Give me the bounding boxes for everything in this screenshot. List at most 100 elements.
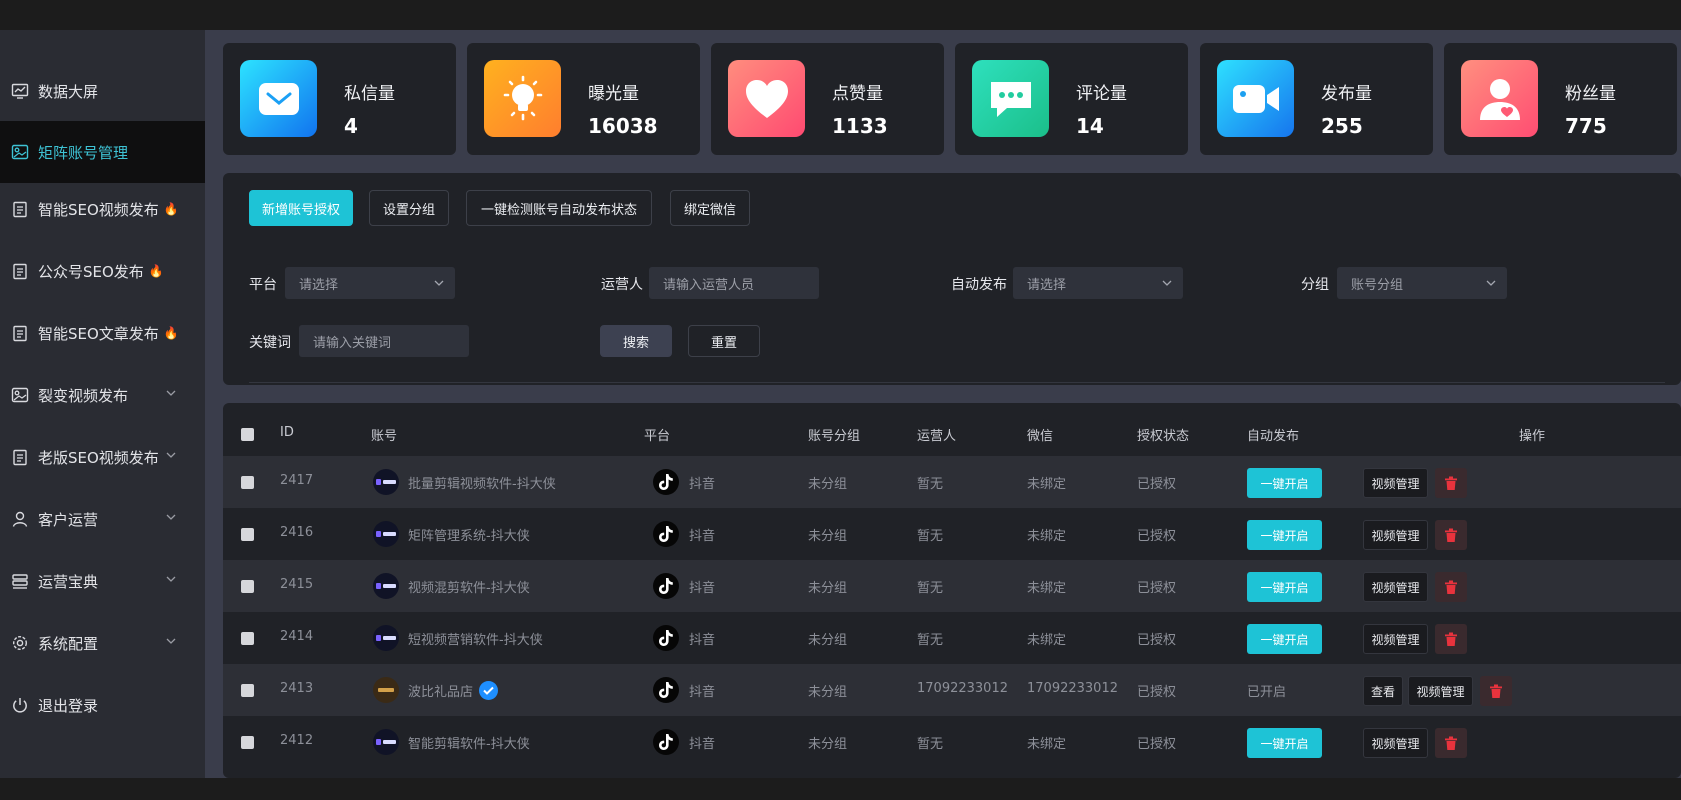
table-row: 2416 矩阵管理系统-抖大侠 抖音 未分组 暂无 未绑定 已授权 一键开启 视… bbox=[223, 508, 1681, 560]
reset-button[interactable]: 重置 bbox=[688, 325, 760, 357]
enable-auto-publish-button[interactable]: 一键开启 bbox=[1247, 468, 1322, 498]
search-button[interactable]: 搜索 bbox=[600, 325, 672, 357]
bind-wechat-button[interactable]: 绑定微信 bbox=[670, 190, 750, 226]
account-avatar bbox=[373, 469, 399, 495]
cell-group: 未分组 bbox=[808, 529, 848, 544]
delete-button[interactable] bbox=[1435, 728, 1467, 758]
sidebar-item-ops-guide[interactable]: 运营宝典 bbox=[0, 550, 205, 612]
cell-operator: 暂无 bbox=[917, 581, 944, 596]
stat-card-likes: 点赞量 1133 bbox=[711, 43, 944, 155]
chevron-down-icon bbox=[166, 638, 176, 644]
set-group-button[interactable]: 设置分组 bbox=[369, 190, 449, 226]
delete-button[interactable] bbox=[1435, 468, 1467, 498]
cell-auth-status: 已授权 bbox=[1137, 685, 1177, 700]
sidebar-item-label: 系统配置 bbox=[38, 634, 99, 653]
account-avatar bbox=[373, 625, 399, 651]
chevron-down-icon bbox=[166, 390, 176, 396]
power-icon bbox=[10, 695, 30, 715]
sidebar-item-data-screen[interactable]: 数据大屏 bbox=[0, 60, 205, 122]
stat-label: 私信量 bbox=[344, 84, 395, 104]
image-icon bbox=[10, 385, 30, 405]
sidebar-item-matrix-account[interactable]: 矩阵账号管理 bbox=[0, 121, 205, 183]
sidebar-item-label: 智能SEO文章发布 bbox=[38, 324, 159, 343]
account-image-icon bbox=[10, 142, 30, 162]
accounts-table: ID 账号 平台 账号分组 运营人 微信 授权状态 自动发布 操作 2417 批… bbox=[223, 403, 1681, 778]
cell-id: 2414 bbox=[280, 629, 314, 644]
group-select[interactable]: 账号分组 bbox=[1337, 267, 1507, 299]
stat-label: 发布量 bbox=[1321, 84, 1372, 104]
platform-select[interactable]: 请选择 bbox=[285, 267, 455, 299]
cell-auth-status: 已授权 bbox=[1137, 737, 1177, 752]
enable-auto-publish-button[interactable]: 一键开启 bbox=[1247, 728, 1322, 758]
auto-publish-select[interactable]: 请选择 bbox=[1013, 267, 1183, 299]
delete-button[interactable] bbox=[1435, 572, 1467, 602]
enable-auto-publish-button[interactable]: 一键开启 bbox=[1247, 572, 1322, 602]
sidebar-item-label: 客户运营 bbox=[38, 510, 99, 529]
stat-value: 255 bbox=[1321, 114, 1363, 138]
stat-card-publish: 发布量 255 bbox=[1200, 43, 1433, 155]
cell-auth-status: 已授权 bbox=[1137, 477, 1177, 492]
video-management-button[interactable]: 视频管理 bbox=[1363, 728, 1428, 758]
cell-group: 未分组 bbox=[808, 685, 848, 700]
delete-button[interactable] bbox=[1435, 624, 1467, 654]
stat-card-exposure: 曝光量 16038 bbox=[467, 43, 700, 155]
main-content: 私信量 4 曝光量 16038 点赞量 1133 评论量 14 发布量 255 bbox=[205, 30, 1681, 778]
tiktok-icon bbox=[653, 677, 679, 703]
select-all-checkbox[interactable] bbox=[241, 428, 254, 441]
row-checkbox[interactable] bbox=[241, 528, 254, 541]
tiktok-icon bbox=[653, 625, 679, 651]
row-checkbox[interactable] bbox=[241, 684, 254, 697]
check-auto-publish-button[interactable]: 一键检测账号自动发布状态 bbox=[466, 190, 652, 226]
row-checkbox[interactable] bbox=[241, 736, 254, 749]
sidebar-item-system-config[interactable]: 系统配置 bbox=[0, 612, 205, 674]
sidebar-item-seo-video[interactable]: 智能SEO视频发布 🔥 bbox=[0, 178, 205, 240]
platform-label: 平台 bbox=[249, 277, 277, 293]
video-management-button[interactable]: 视频管理 bbox=[1363, 624, 1428, 654]
trash-icon bbox=[1445, 736, 1457, 750]
sidebar-item-customer-ops[interactable]: 客户运营 bbox=[0, 488, 205, 550]
cell-wechat: 未绑定 bbox=[1027, 529, 1067, 544]
cell-platform: 抖音 bbox=[689, 529, 716, 544]
sidebar-item-seo-article[interactable]: 智能SEO文章发布 🔥 bbox=[0, 302, 205, 364]
delete-button[interactable] bbox=[1435, 520, 1467, 550]
row-checkbox[interactable] bbox=[241, 476, 254, 489]
trash-icon bbox=[1445, 580, 1457, 594]
delete-button[interactable] bbox=[1480, 676, 1512, 706]
group-select-placeholder: 账号分组 bbox=[1351, 277, 1404, 293]
trash-icon bbox=[1490, 684, 1502, 698]
sidebar-item-mp-seo[interactable]: 公众号SEO发布 🔥 bbox=[0, 240, 205, 302]
tiktok-icon bbox=[653, 729, 679, 755]
sidebar-item-logout[interactable]: 退出登录 bbox=[0, 674, 205, 736]
row-checkbox[interactable] bbox=[241, 580, 254, 593]
fire-icon: 🔥 bbox=[163, 326, 179, 340]
keyword-input[interactable]: 请输入关键词 bbox=[299, 325, 469, 357]
video-management-button[interactable]: 视频管理 bbox=[1363, 520, 1428, 550]
view-button[interactable]: 查看 bbox=[1363, 676, 1403, 706]
divider bbox=[249, 382, 1665, 383]
add-account-auth-button[interactable]: 新增账号授权 bbox=[249, 190, 353, 226]
chart-icon bbox=[10, 81, 30, 101]
operator-input[interactable]: 请输入运营人员 bbox=[649, 267, 819, 299]
sidebar-item-old-seo-video[interactable]: 老版SEO视频发布 bbox=[0, 426, 205, 488]
clipboard-icon bbox=[10, 447, 30, 467]
video-management-button[interactable]: 视频管理 bbox=[1408, 676, 1473, 706]
chevron-down-icon bbox=[434, 280, 444, 286]
stat-card-messages: 私信量 4 bbox=[223, 43, 456, 155]
column-header-actions: 操作 bbox=[1519, 429, 1546, 444]
auto-publish-select-placeholder: 请选择 bbox=[1027, 277, 1067, 293]
video-management-button[interactable]: 视频管理 bbox=[1363, 572, 1428, 602]
clipboard-icon bbox=[10, 323, 30, 343]
auto-publish-label: 自动发布 bbox=[951, 277, 1007, 293]
sidebar-item-fission-video[interactable]: 裂变视频发布 bbox=[0, 364, 205, 426]
trash-icon bbox=[1445, 632, 1457, 646]
cell-group: 未分组 bbox=[808, 633, 848, 648]
video-management-button[interactable]: 视频管理 bbox=[1363, 468, 1428, 498]
row-checkbox[interactable] bbox=[241, 632, 254, 645]
chevron-down-icon bbox=[1162, 280, 1172, 286]
sidebar-item-label: 数据大屏 bbox=[38, 82, 99, 101]
heart-icon bbox=[728, 60, 805, 137]
enable-auto-publish-button[interactable]: 一键开启 bbox=[1247, 624, 1322, 654]
cell-auto-publish-status: 已开启 bbox=[1247, 685, 1287, 700]
user-icon bbox=[1461, 60, 1538, 137]
enable-auto-publish-button[interactable]: 一键开启 bbox=[1247, 520, 1322, 550]
